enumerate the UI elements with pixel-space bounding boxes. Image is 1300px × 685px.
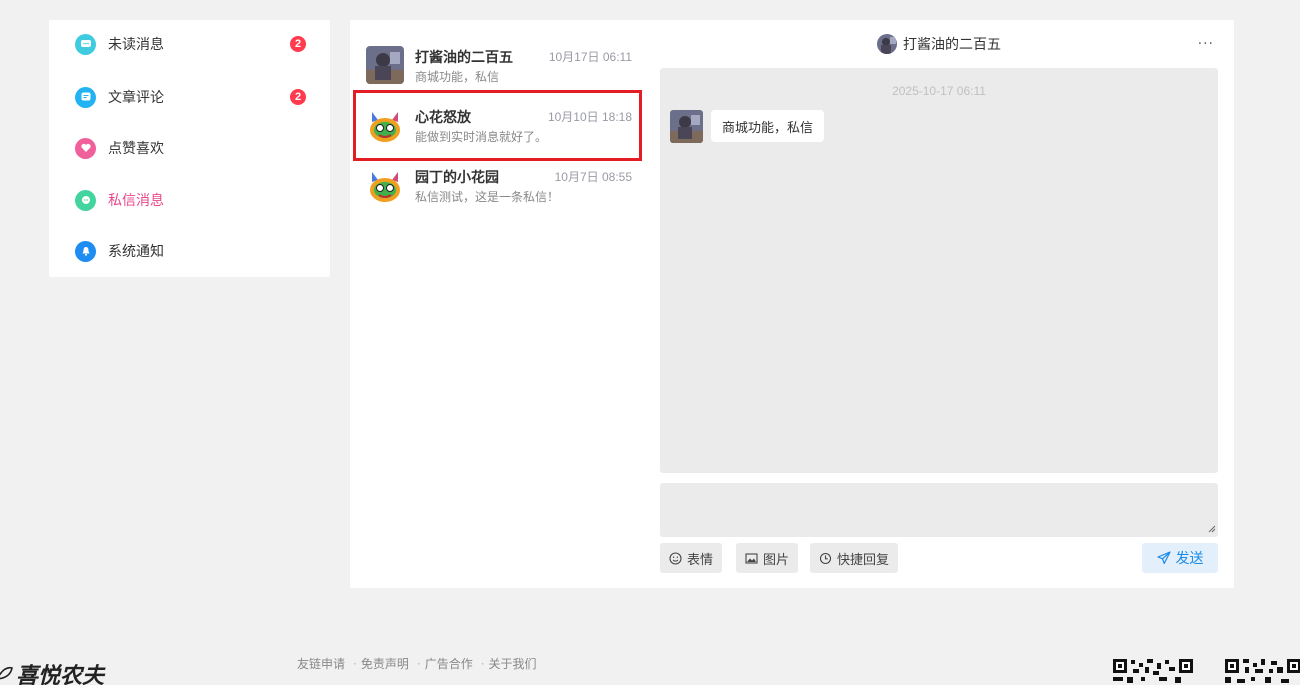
heart-icon [75, 137, 96, 159]
conversation-snippet: 私信测试，这是一条私信！ [415, 190, 560, 204]
more-options-icon[interactable]: ··· [1198, 36, 1214, 52]
chat-header: 打酱油的二百五 ··· [660, 34, 1218, 58]
sidebar-item-label: 系统通知 [108, 244, 164, 260]
sidebar-item-label: 文章评论 [108, 90, 164, 106]
qr-code-icon [1113, 657, 1193, 685]
messages-panel: 打酱油的二百五 10月17日 06:11 商城功能，私信 心花怒放 10月10日… [350, 20, 1234, 588]
leaf-logo-icon [0, 666, 13, 680]
conversation-name: 园丁的小花园 [415, 170, 499, 186]
sidebar-item-unread[interactable]: 未读消息 2 [75, 28, 306, 60]
chat-partner-avatar [877, 34, 897, 54]
send-button[interactable]: 发送 [1142, 543, 1218, 573]
site-logo[interactable]: 喜悦农夫 [0, 658, 104, 685]
bell-icon [75, 240, 96, 262]
user-avatar [366, 106, 404, 144]
logo-text: 喜悦农夫 [16, 663, 105, 685]
chat-bubble-icon [75, 33, 96, 55]
message-sidebar: 未读消息 2 文章评论 2 点赞喜欢 私信消息 系统通知 [49, 20, 330, 277]
message-bubble: 商城功能，私信 [711, 110, 825, 142]
unread-count-badge: 2 [290, 36, 306, 52]
comment-icon [75, 86, 96, 108]
user-avatar [366, 46, 404, 84]
message-icon [75, 189, 96, 211]
sidebar-item-label: 未读消息 [108, 37, 164, 53]
qr-code-icon [1225, 657, 1300, 685]
message-date: 2025-10-17 06:11 [892, 84, 986, 98]
comment-count-badge: 2 [290, 89, 306, 105]
smile-icon [669, 551, 682, 565]
image-label: 图片 [763, 552, 790, 568]
sidebar-item-system-notice[interactable]: 系统通知 [75, 235, 306, 267]
conversation-snippet: 商城功能，私信 [415, 70, 500, 84]
footer-link-item[interactable]: · 关于我们 [481, 655, 537, 672]
clock-icon [819, 552, 832, 564]
conversation-time: 10月17日 06:11 [548, 50, 632, 64]
send-label: 发送 [1175, 551, 1204, 567]
quick-reply-button[interactable]: 快捷回复 [810, 543, 899, 573]
chat-history[interactable]: 2025-10-17 06:11 商城功能，私信 [660, 68, 1218, 473]
paper-plane-icon [1156, 551, 1171, 565]
sidebar-item-private-messages[interactable]: 私信消息 [75, 184, 306, 216]
conversation-item-highlighted[interactable]: 心花怒放 10月10日 18:18 能做到实时消息就好了。 [353, 90, 642, 161]
sidebar-item-label: 私信消息 [108, 193, 164, 209]
quick-reply-label: 快捷回复 [837, 552, 890, 568]
image-icon [745, 552, 758, 564]
conversation-snippet: 能做到实时消息就好了。 [415, 130, 548, 144]
message-input[interactable] [660, 483, 1218, 537]
image-button[interactable]: 图片 [736, 543, 799, 573]
conversation-name: 打酱油的二百五 [415, 50, 513, 66]
sidebar-item-label: 点赞喜欢 [108, 141, 164, 157]
emoji-button[interactable]: 表情 [660, 543, 723, 573]
emoji-label: 表情 [687, 552, 714, 568]
conversation-name: 心花怒放 [415, 110, 471, 126]
footer-link-item[interactable]: · 免责声明 [353, 655, 409, 672]
footer-link-item[interactable]: · 广告合作 [417, 655, 473, 672]
sidebar-item-comments[interactable]: 文章评论 2 [75, 81, 306, 113]
conversation-item[interactable]: 园丁的小花园 10月7日 08:55 私信测试，这是一条私信！ [360, 160, 642, 220]
conversation-time: 10月10日 18:18 [547, 110, 632, 124]
resize-handle-icon[interactable] [1208, 525, 1216, 533]
footer-links: 友链申请 · 免责声明 · 广告合作 · 关于我们 [297, 655, 537, 672]
sender-avatar [670, 110, 703, 143]
sidebar-item-likes[interactable]: 点赞喜欢 [75, 132, 306, 164]
conversation-time: 10月7日 08:55 [554, 170, 632, 184]
user-avatar [366, 166, 404, 204]
footer-link[interactable]: 友链申请 [297, 655, 345, 672]
chat-title: 打酱油的二百五 [903, 37, 1001, 53]
